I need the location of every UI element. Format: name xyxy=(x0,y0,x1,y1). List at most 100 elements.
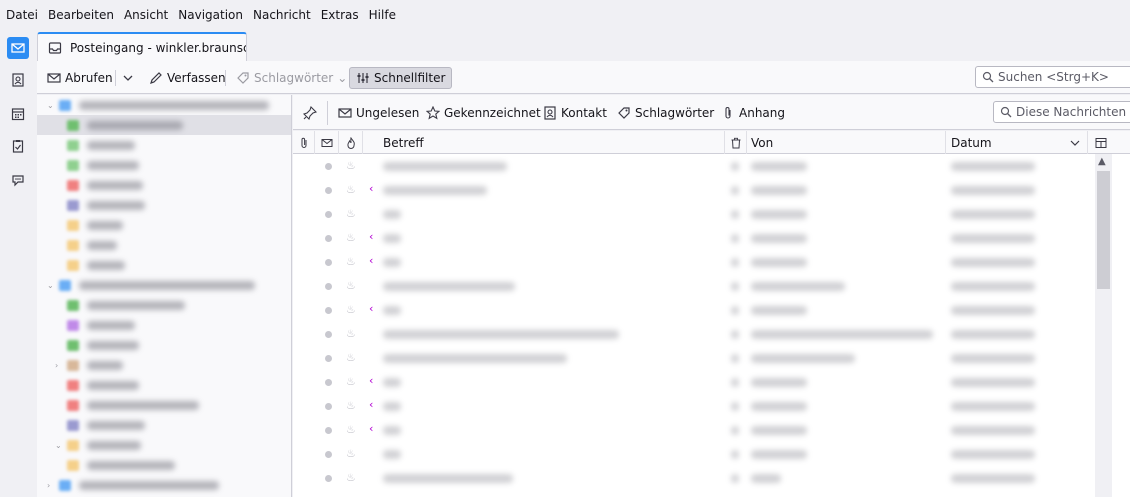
menu-navigation[interactable]: Navigation xyxy=(178,8,243,22)
junk-icon[interactable]: ♨ xyxy=(346,447,358,461)
message-delete-icon[interactable] xyxy=(731,426,739,435)
from-column-header[interactable]: Von xyxy=(747,131,946,154)
message-row[interactable]: ♨ ‹ xyxy=(293,226,1095,250)
folder-account-3[interactable]: › xyxy=(37,475,291,495)
read-status-icon[interactable] xyxy=(325,475,332,482)
folder-item[interactable] xyxy=(37,215,291,235)
tags-button[interactable]: Schlagwörter ⌄ xyxy=(236,67,347,89)
quickfilter-button[interactable]: Schnellfilter xyxy=(349,67,453,89)
message-row[interactable]: ♨ ‹ xyxy=(293,178,1095,202)
attachment-filter-button[interactable]: Anhang xyxy=(721,104,785,122)
junk-icon[interactable]: ♨ xyxy=(346,207,358,221)
message-delete-icon[interactable] xyxy=(731,354,739,363)
message-row[interactable]: ♨ xyxy=(293,274,1095,298)
mail-space-button[interactable] xyxy=(7,37,29,59)
message-delete-icon[interactable] xyxy=(731,234,739,243)
message-delete-icon[interactable] xyxy=(731,450,739,459)
read-status-icon[interactable] xyxy=(325,283,332,290)
column-picker-button[interactable] xyxy=(1090,131,1112,154)
tab-inbox[interactable]: Posteingang - winkler.braunsch xyxy=(37,32,247,61)
folder-account-1[interactable]: ⌄ xyxy=(37,95,291,115)
contact-filter-button[interactable]: Kontakt xyxy=(543,104,607,122)
message-delete-icon[interactable] xyxy=(731,378,739,387)
junk-icon[interactable]: ♨ xyxy=(346,399,358,413)
filter-messages-input[interactable]: Diese Nachrichten du xyxy=(993,101,1130,123)
folder-item[interactable] xyxy=(37,375,291,395)
message-row[interactable]: ♨ xyxy=(293,202,1095,226)
junk-icon[interactable]: ♨ xyxy=(346,159,358,173)
read-status-icon[interactable] xyxy=(325,187,332,194)
scrollbar-thumb[interactable] xyxy=(1097,171,1110,289)
read-status-icon[interactable] xyxy=(325,331,332,338)
scroll-up-arrow-icon[interactable]: ▲ xyxy=(1098,156,1106,167)
read-status-icon[interactable] xyxy=(325,379,332,386)
message-row[interactable]: ♨ ‹ xyxy=(293,250,1095,274)
starred-filter-button[interactable]: Gekennzeichnet xyxy=(426,104,541,122)
read-status-icon[interactable] xyxy=(325,307,332,314)
junk-icon[interactable]: ♨ xyxy=(346,279,358,293)
message-delete-icon[interactable] xyxy=(731,258,739,267)
menu-bearbeiten[interactable]: Bearbeiten xyxy=(48,8,114,22)
folder-item[interactable] xyxy=(37,395,291,415)
folder-item[interactable] xyxy=(37,155,291,175)
read-status-icon[interactable] xyxy=(325,259,332,266)
folder-item[interactable] xyxy=(37,335,291,355)
subject-column-header[interactable]: Betreff xyxy=(363,131,725,154)
message-row[interactable]: ♨ xyxy=(293,154,1095,178)
pin-button[interactable] xyxy=(303,104,321,122)
addressbook-space-button[interactable] xyxy=(7,69,29,91)
fetch-button[interactable]: Abrufen xyxy=(47,67,113,89)
menu-extras[interactable]: Extras xyxy=(321,8,359,22)
message-row[interactable]: ♨ xyxy=(293,322,1095,346)
calendar-space-button[interactable] xyxy=(7,103,29,125)
folder-item[interactable] xyxy=(37,455,291,475)
folder-item[interactable]: ⌄ xyxy=(37,435,291,455)
message-row[interactable]: ♨ xyxy=(293,442,1095,466)
junk-icon[interactable]: ♨ xyxy=(346,231,358,245)
junk-icon[interactable]: ♨ xyxy=(346,351,358,365)
junk-icon[interactable]: ♨ xyxy=(346,423,358,437)
message-row[interactable]: ♨ xyxy=(293,346,1095,370)
junk-icon[interactable]: ♨ xyxy=(346,327,358,341)
folder-inbox[interactable] xyxy=(37,115,291,135)
folder-item[interactable] xyxy=(37,175,291,195)
junk-icon[interactable]: ♨ xyxy=(346,375,358,389)
message-row[interactable]: ♨ xyxy=(293,466,1095,490)
read-status-icon[interactable] xyxy=(325,355,332,362)
message-row[interactable]: ♨ ‹ xyxy=(293,298,1095,322)
read-status-column-header[interactable] xyxy=(315,131,339,154)
folder-item[interactable] xyxy=(37,255,291,275)
message-delete-icon[interactable] xyxy=(731,210,739,219)
message-delete-icon[interactable] xyxy=(731,162,739,171)
folder-item[interactable] xyxy=(37,195,291,215)
read-status-icon[interactable] xyxy=(325,403,332,410)
read-status-icon[interactable] xyxy=(325,451,332,458)
message-row[interactable]: ♨ ‹ xyxy=(293,370,1095,394)
fetch-dropdown-button[interactable] xyxy=(121,67,139,89)
menu-datei[interactable]: Datei xyxy=(6,8,38,22)
message-delete-icon[interactable] xyxy=(731,402,739,411)
read-status-icon[interactable] xyxy=(325,427,332,434)
read-status-icon[interactable] xyxy=(325,163,332,170)
global-search-input[interactable]: Suchen <Strg+K> xyxy=(975,66,1130,88)
folder-account-2[interactable]: ⌄ xyxy=(37,275,291,295)
folder-item[interactable] xyxy=(37,415,291,435)
menu-nachricht[interactable]: Nachricht xyxy=(253,8,311,22)
delete-column-header[interactable] xyxy=(725,131,747,154)
junk-icon[interactable]: ♨ xyxy=(346,471,358,485)
date-column-header[interactable]: Datum xyxy=(946,131,1088,154)
read-status-icon[interactable] xyxy=(325,211,332,218)
junk-icon[interactable]: ♨ xyxy=(346,255,358,269)
message-delete-icon[interactable] xyxy=(731,474,739,483)
unread-filter-button[interactable]: Ungelesen xyxy=(338,104,419,122)
message-row[interactable]: ♨ ‹ xyxy=(293,418,1095,442)
tasks-space-button[interactable] xyxy=(7,135,29,157)
junk-icon[interactable]: ♨ xyxy=(346,303,358,317)
folder-item[interactable] xyxy=(37,135,291,155)
folder-item[interactable] xyxy=(37,315,291,335)
attachment-column-header[interactable] xyxy=(293,131,315,154)
menu-ansicht[interactable]: Ansicht xyxy=(124,8,168,22)
tags-filter-button[interactable]: Schlagwörter xyxy=(617,104,714,122)
chat-space-button[interactable] xyxy=(7,169,29,191)
read-status-icon[interactable] xyxy=(325,235,332,242)
